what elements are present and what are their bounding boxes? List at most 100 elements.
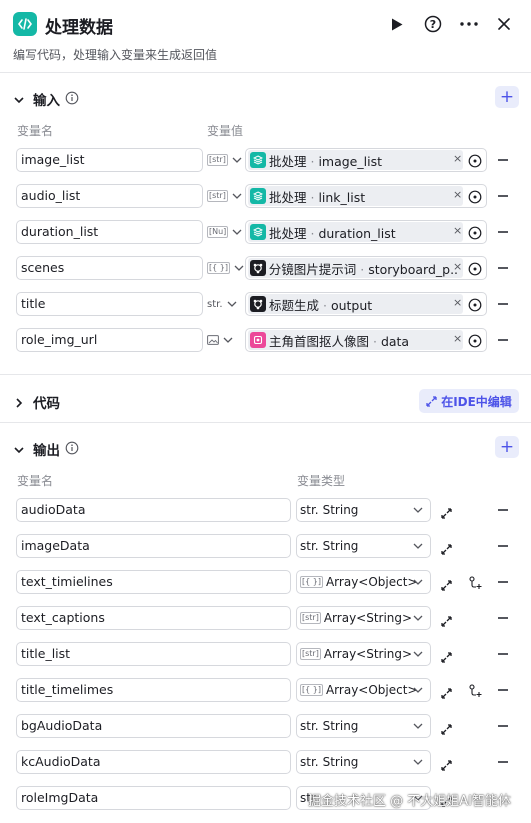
variable-ref-icon[interactable] [468,225,482,244]
input-value-ref[interactable]: 批处理 · link_list [245,184,487,208]
input-value-ref[interactable]: 批处理 · duration_list [245,220,487,244]
clear-icon[interactable]: × [453,260,462,273]
clear-icon[interactable]: × [453,152,462,165]
output-type-select[interactable]: str. String [296,498,431,522]
expand-icon[interactable] [441,576,452,595]
info-icon[interactable] [65,440,79,459]
input-name-field[interactable]: scenes [16,256,203,280]
input-type-select[interactable] [207,328,244,352]
expand-icon[interactable] [441,540,452,559]
input-value-ref[interactable]: 主角首图抠人像图 · data [245,328,487,352]
output-name-field[interactable]: title_list [16,642,291,666]
clear-icon[interactable]: × [453,296,462,309]
output-name-field[interactable]: imageData [16,534,291,558]
expand-icon[interactable] [441,720,452,739]
input-name-field[interactable]: audio_list [16,184,203,208]
output-name-field[interactable]: bgAudioData [16,714,291,738]
expand-icon[interactable] [441,648,452,667]
type-prefix: [str] [300,648,321,660]
edit-in-ide-button[interactable]: 在IDE中编辑 [419,389,519,413]
output-type-select[interactable]: str. String [296,534,431,558]
output-type-select[interactable]: str. String [296,714,431,738]
type-prefix: str. [300,719,319,733]
expand-icon[interactable] [441,612,452,631]
add-output-button[interactable]: + [495,436,519,458]
input-collapse-chevron[interactable] [13,91,25,110]
remove-input-button[interactable] [498,339,508,341]
input-value-ref[interactable]: 分镜图片提示词 · storyboard_p... [245,256,487,280]
remove-input-button[interactable] [498,231,508,233]
input-name-field[interactable]: image_list [16,148,203,172]
output-type-select[interactable]: [str] Array<String> [296,642,431,666]
remove-input-button[interactable] [498,267,508,269]
output-name-field[interactable]: audioData [16,498,291,522]
input-col-name: 变量名 [17,124,54,138]
type-prefix: [{ }] [300,684,323,696]
info-icon[interactable] [65,90,79,109]
output-col-name: 变量名 [17,474,54,488]
remove-output-button[interactable] [498,509,508,511]
output-type-select[interactable]: [{ }] Array<Object> [296,678,431,702]
output-name-field[interactable]: roleImgData [16,786,291,810]
type-label: Array<String> [323,611,413,625]
output-type-select[interactable]: [{ }] Array<Object> [296,570,431,594]
clear-icon[interactable]: × [453,188,462,201]
clear-icon[interactable]: × [453,224,462,237]
output-name-field[interactable]: title_timelimes [16,678,291,702]
expand-icon[interactable] [441,756,452,775]
type-label: String [322,503,359,517]
add-child-icon[interactable] [468,575,482,594]
remove-output-button[interactable] [498,545,508,547]
input-type-select[interactable]: [{ }] [207,256,244,280]
variable-ref-icon[interactable] [468,297,482,316]
add-input-button[interactable]: + [495,86,519,108]
type-tag: [str] [207,190,228,202]
expand-icon[interactable] [441,504,452,523]
output-name-field[interactable]: text_timielines [16,570,291,594]
chevron-down-icon [232,229,242,235]
input-type-select[interactable]: str. [207,292,244,316]
remove-output-button[interactable] [498,617,508,619]
remove-output-button[interactable] [498,761,508,763]
variable-ref-icon[interactable] [468,333,482,352]
remove-output-button[interactable] [498,653,508,655]
variable-ref-icon[interactable] [468,261,482,280]
input-type-select[interactable]: [str] [207,148,244,172]
clear-icon[interactable]: × [453,332,462,345]
input-type-select[interactable]: [Nu] [207,220,244,244]
input-value-ref[interactable]: 标题生成 · output [245,292,487,316]
node-description[interactable]: 编写代码，处理输入变量来生成返回值 [13,46,217,63]
add-child-icon[interactable] [468,683,482,702]
more-icon[interactable] [457,12,481,36]
input-type-select[interactable]: [str] [207,184,244,208]
chevron-down-icon [227,301,236,307]
code-expand-chevron[interactable] [13,394,25,413]
output-name-field[interactable]: kcAudioData [16,750,291,774]
output-name-field[interactable]: text_captions [16,606,291,630]
watermark: 掘金技术社区 @ 不大姐姐AI智能体 [308,794,511,809]
remove-input-button[interactable] [498,195,508,197]
divider [0,72,531,73]
output-type-select[interactable]: [str] Array<String> [296,606,431,630]
input-name-field[interactable]: duration_list [16,220,203,244]
output-type-select[interactable]: str. String [296,750,431,774]
remove-input-button[interactable] [498,303,508,305]
remove-input-button[interactable] [498,159,508,161]
output-collapse-chevron[interactable] [13,441,25,460]
input-name-field[interactable]: role_img_url [16,328,203,352]
node-title[interactable]: 处理数据 [45,13,113,38]
remove-output-button[interactable] [498,689,508,691]
input-value-ref[interactable]: 批处理 · image_list [245,148,487,172]
close-icon[interactable] [492,12,516,36]
reference-chip: 分镜图片提示词 · storyboard_p... [248,258,463,278]
chevron-down-icon [234,265,244,271]
help-icon[interactable]: ? [421,12,445,36]
input-name-field[interactable]: title [16,292,203,316]
remove-output-button[interactable] [498,725,508,727]
expand-icon[interactable] [441,684,452,703]
variable-ref-icon[interactable] [468,153,482,172]
ref-node-name: 批处理 [269,189,307,205]
remove-output-button[interactable] [498,581,508,583]
play-icon[interactable] [385,12,409,36]
variable-ref-icon[interactable] [468,189,482,208]
